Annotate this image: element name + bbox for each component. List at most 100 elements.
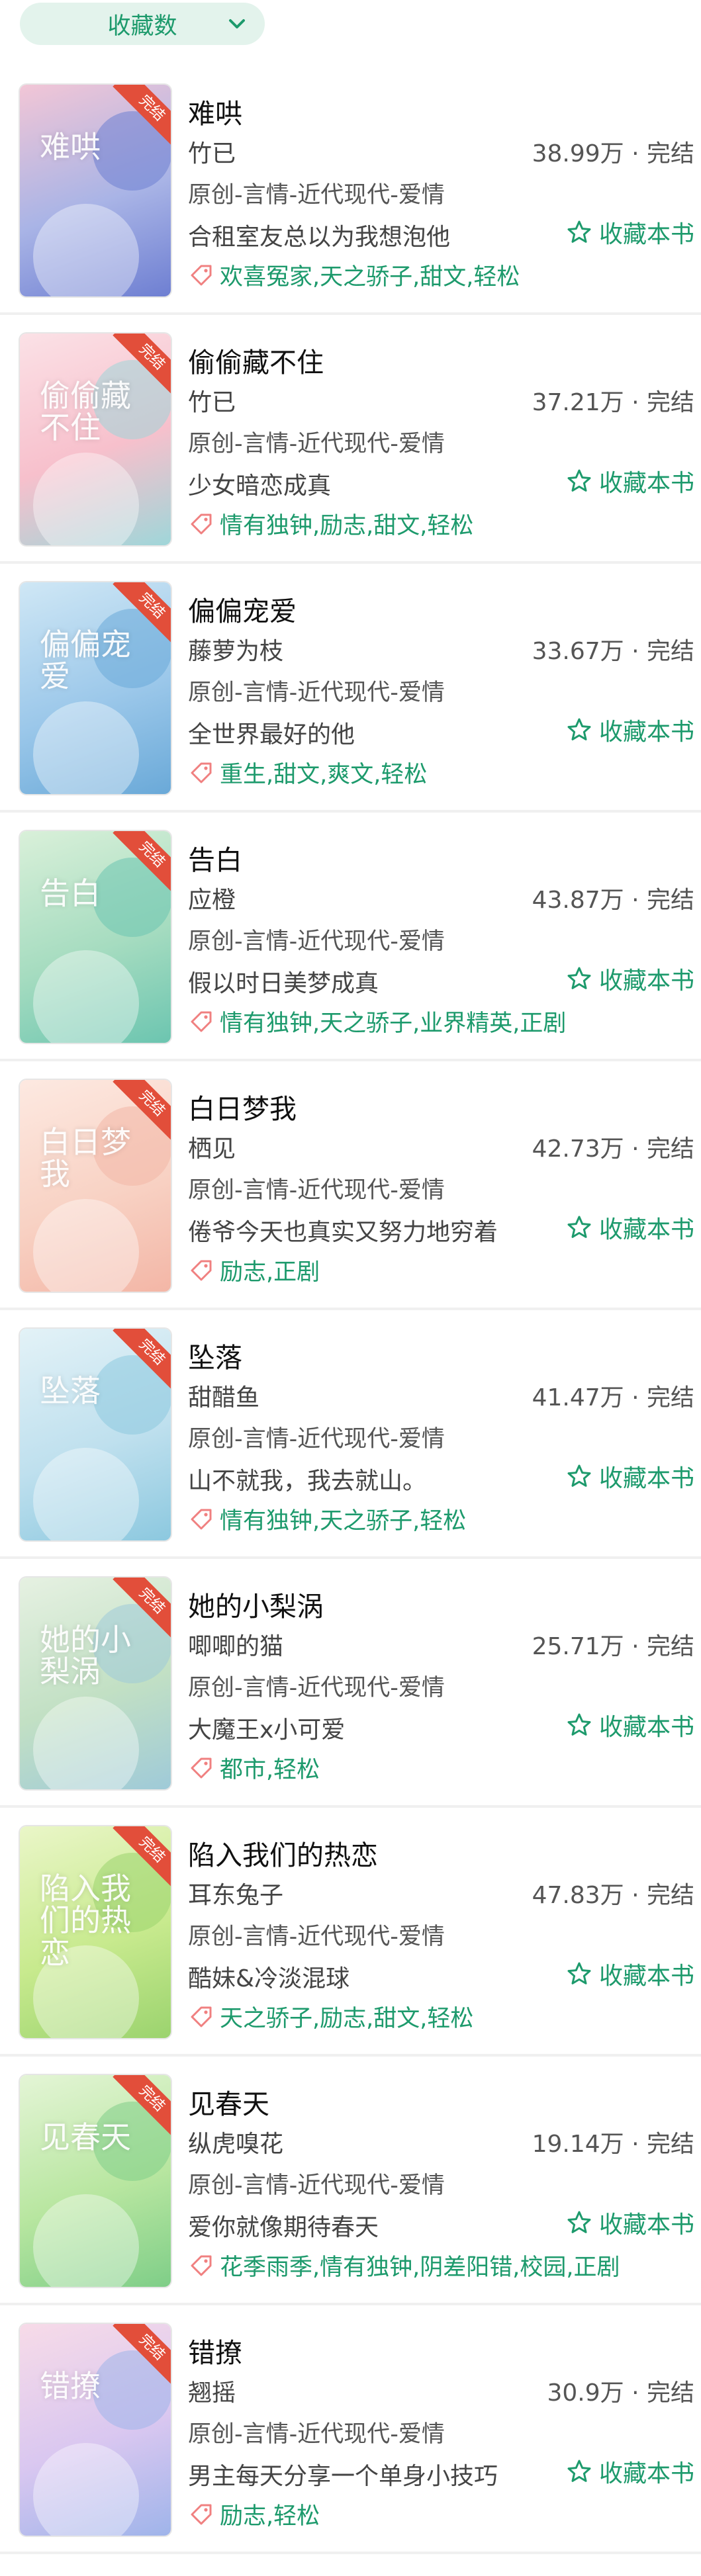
book-title[interactable]: 陷入我们的热恋 [188, 1833, 378, 1873]
book-item[interactable]: 坠落 完结 坠落 甜醋鱼 41.47万 · 完结 原创-言情-近代现代-爱情 山… [0, 1310, 701, 1559]
book-tags[interactable]: 情有独钟,天之骄子,业界精英,正剧 [220, 1004, 566, 1038]
sort-label: 收藏数 [107, 13, 177, 40]
book-genre: 原创-言情-近代现代-爱情 [188, 1177, 445, 1204]
book-stats: 19.14万 · 完结 [532, 2131, 694, 2158]
book-tags[interactable]: 情有独钟,励志,甜文,轻松 [220, 507, 473, 541]
book-genre: 原创-言情-近代现代-爱情 [188, 182, 445, 208]
book-genre: 原创-言情-近代现代-爱情 [188, 1924, 445, 1950]
star-icon [567, 1962, 591, 1984]
book-title[interactable]: 错撩 [188, 2331, 242, 2370]
collect-label: 收藏本书 [598, 2460, 694, 2487]
collect-label: 收藏本书 [598, 1465, 694, 1492]
book-author[interactable]: 藤萝为枝 [188, 632, 283, 666]
book-cover[interactable]: 陷入我们的热恋 完结 [20, 1826, 171, 2038]
book-author[interactable]: 耳东兔子 [188, 1876, 283, 1910]
star-icon [567, 469, 591, 492]
book-title[interactable]: 白日梦我 [188, 1087, 297, 1126]
book-author[interactable]: 竹已 [188, 134, 236, 169]
book-title[interactable]: 她的小梨涡 [188, 1584, 324, 1624]
book-item[interactable]: 陷入我们的热恋 完结 陷入我们的热恋 耳东兔子 47.83万 · 完结 原创-言… [0, 1808, 701, 2057]
tag-row: 情有独钟,励志,甜文,轻松 [188, 507, 473, 541]
collect-label: 收藏本书 [598, 719, 694, 746]
book-item[interactable]: 见春天 完结 见春天 纵虎嗅花 19.14万 · 完结 原创-言情-近代现代-爱… [0, 2057, 701, 2305]
collect-label: 收藏本书 [598, 2211, 694, 2239]
star-icon [567, 2460, 591, 2482]
book-stats: 25.71万 · 完结 [532, 1633, 694, 1660]
collect-button[interactable]: 收藏本书 [566, 962, 694, 995]
collect-button[interactable]: 收藏本书 [566, 465, 694, 498]
cover-title: 难哄 [40, 129, 101, 165]
tag-icon [191, 2006, 212, 2027]
book-author[interactable]: 甜醋鱼 [188, 1378, 259, 1413]
book-item[interactable]: 她的小梨涡 完结 她的小梨涡 唧唧的猫 25.71万 · 完结 原创-言情-近代… [0, 1559, 701, 1808]
collect-button[interactable]: 收藏本书 [566, 1957, 694, 1990]
book-author[interactable]: 翘摇 [188, 2374, 236, 2408]
collect-label: 收藏本书 [598, 1963, 694, 1990]
book-tags[interactable]: 欢喜冤家,天之骄子,甜文,轻松 [220, 258, 520, 292]
book-item[interactable]: 告白 完结 告白 应橙 43.87万 · 完结 原创-言情-近代现代-爱情 假以… [0, 813, 701, 1061]
book-cover[interactable]: 坠落 完结 [20, 1329, 171, 1540]
tag-icon [191, 513, 212, 534]
book-item[interactable]: 偏偏宠爱 完结 偏偏宠爱 藤萝为枝 33.67万 · 完结 原创-言情-近代现代… [0, 564, 701, 813]
tag-icon [191, 762, 212, 783]
book-tags[interactable]: 花季雨季,情有独钟,阴差阳错,校园,正剧 [220, 2248, 620, 2282]
collect-button[interactable]: 收藏本书 [566, 216, 694, 249]
book-stats: 37.21万 · 完结 [532, 389, 694, 416]
book-tags[interactable]: 励志,正剧 [220, 1253, 320, 1287]
tag-row: 情有独钟,天之骄子,业界精英,正剧 [188, 1004, 566, 1038]
book-item[interactable]: 白日梦我 完结 白日梦我 栖见 42.73万 · 完结 原创-言情-近代现代-爱… [0, 1061, 701, 1310]
book-item[interactable]: 难哄 完结 难哄 竹已 38.99万 · 完结 原创-言情-近代现代-爱情 合租… [0, 66, 701, 315]
collect-button[interactable]: 收藏本书 [566, 1709, 694, 1742]
book-genre: 原创-言情-近代现代-爱情 [188, 2172, 445, 2199]
book-tags[interactable]: 都市,轻松 [220, 1751, 320, 1785]
book-stats: 33.67万 · 完结 [532, 638, 694, 665]
book-stats: 30.9万 · 完结 [547, 2379, 695, 2407]
book-cover[interactable]: 偏偏宠爱 完结 [20, 582, 171, 794]
book-description: 少女暗恋成真 [188, 472, 332, 500]
sort-dropdown[interactable]: 收藏数 [20, 3, 265, 45]
book-cover[interactable]: 难哄 完结 [20, 85, 171, 296]
book-author[interactable]: 栖见 [188, 1130, 236, 1164]
book-stats: 41.47万 · 完结 [532, 1384, 694, 1411]
book-tags[interactable]: 励志,轻松 [220, 2497, 320, 2531]
book-author[interactable]: 唧唧的猫 [188, 1627, 283, 1662]
book-title[interactable]: 难哄 [188, 91, 242, 131]
tag-row: 都市,轻松 [188, 1751, 320, 1785]
collect-button[interactable]: 收藏本书 [566, 1211, 694, 1244]
book-stats: 42.73万 · 完结 [532, 1135, 694, 1163]
book-cover[interactable]: 见春天 完结 [20, 2075, 171, 2287]
book-cover[interactable]: 告白 完结 [20, 831, 171, 1043]
book-item[interactable]: 错撩 完结 错撩 翘摇 30.9万 · 完结 原创-言情-近代现代-爱情 男主每… [0, 2305, 701, 2554]
book-item[interactable]: 偷偷藏不住 完结 偷偷藏不住 竹已 37.21万 · 完结 原创-言情-近代现代… [0, 315, 701, 564]
tag-icon [191, 1509, 212, 1529]
collect-button[interactable]: 收藏本书 [566, 2206, 694, 2239]
star-icon [567, 1216, 591, 1238]
book-genre: 原创-言情-近代现代-爱情 [188, 680, 445, 706]
book-cover[interactable]: 她的小梨涡 完结 [20, 1577, 171, 1789]
book-cover[interactable]: 错撩 完结 [20, 2324, 171, 2536]
star-icon [567, 2211, 591, 2233]
book-genre: 原创-言情-近代现代-爱情 [188, 1675, 445, 1701]
cover-title: 错撩 [40, 2368, 101, 2404]
book-title[interactable]: 偷偷藏不住 [188, 340, 324, 380]
book-tags[interactable]: 情有独钟,天之骄子,轻松 [220, 1502, 466, 1536]
collect-button[interactable]: 收藏本书 [566, 2455, 694, 2488]
book-tags[interactable]: 重生,甜文,爽文,轻松 [220, 756, 427, 789]
book-genre: 原创-言情-近代现代-爱情 [188, 1426, 445, 1452]
tag-row: 励志,轻松 [188, 2497, 320, 2531]
book-author[interactable]: 应橙 [188, 881, 236, 915]
collect-button[interactable]: 收藏本书 [566, 1460, 694, 1493]
cover-title: 陷入我们的热恋 [40, 1871, 131, 1971]
book-title[interactable]: 见春天 [188, 2082, 269, 2121]
book-author[interactable]: 竹已 [188, 383, 236, 418]
star-icon [567, 718, 591, 740]
collect-button[interactable]: 收藏本书 [566, 713, 694, 746]
book-author[interactable]: 纵虎嗅花 [188, 2125, 283, 2159]
book-title[interactable]: 告白 [188, 838, 242, 877]
cover-title: 偷偷藏不住 [40, 378, 131, 446]
book-cover[interactable]: 偷偷藏不住 完结 [20, 333, 171, 545]
book-title[interactable]: 偏偏宠爱 [188, 589, 297, 629]
book-cover[interactable]: 白日梦我 完结 [20, 1080, 171, 1292]
book-tags[interactable]: 天之骄子,励志,甜文,轻松 [220, 2000, 473, 2033]
book-title[interactable]: 坠落 [188, 1335, 242, 1375]
